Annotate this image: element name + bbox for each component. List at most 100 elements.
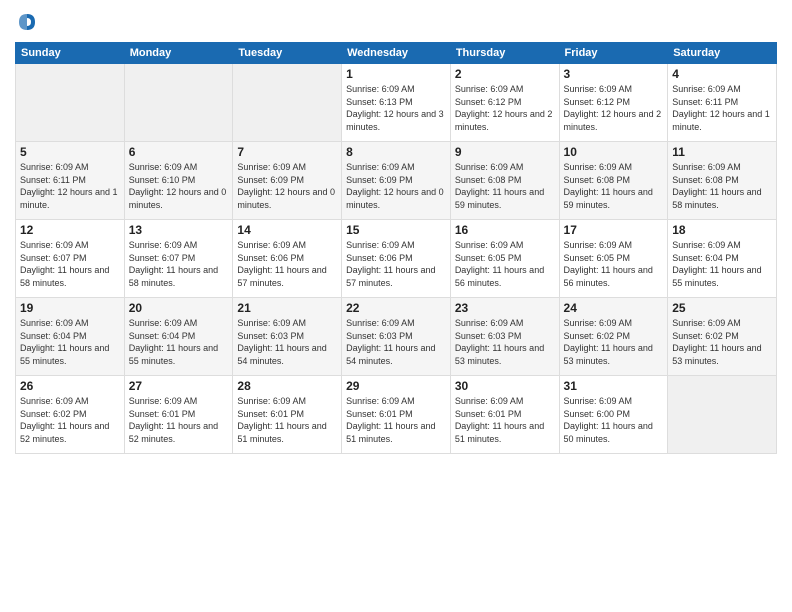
day-info: Sunrise: 6:09 AM Sunset: 6:05 PM Dayligh… xyxy=(455,239,555,289)
day-number: 20 xyxy=(129,301,229,315)
day-number: 21 xyxy=(237,301,337,315)
weekday-header: Tuesday xyxy=(233,43,342,64)
calendar-cell: 13Sunrise: 6:09 AM Sunset: 6:07 PM Dayli… xyxy=(124,220,233,298)
calendar-cell: 16 Sunrise: 6:09 AM Sunset: 6:05 PM Dayli… xyxy=(450,220,559,298)
calendar-cell: 19 Sunrise: 6:09 AM Sunset: 6:04 PM Dayli… xyxy=(16,298,125,376)
day-info: Sunrise: 6:09 AM Sunset: 6:04 PM Dayligh… xyxy=(672,239,772,289)
day-info: Sunrise: 6:09 AM Sunset: 6:13 PM Dayligh… xyxy=(346,83,446,133)
day-number: 29 xyxy=(346,379,446,393)
calendar-cell xyxy=(16,64,125,142)
day-number: 16 xyxy=(455,223,555,237)
day-number: 27 xyxy=(129,379,229,393)
day-info: Sunrise: 6:09 AM Sunset: 6:08 PM Dayligh… xyxy=(672,161,772,211)
day-info: Sunrise: 6:09 AM Sunset: 6:01 PM Dayligh… xyxy=(237,395,337,445)
weekday-header: Thursday xyxy=(450,43,559,64)
day-number: 25 xyxy=(672,301,772,315)
calendar-cell xyxy=(668,376,777,454)
day-number: 18 xyxy=(672,223,772,237)
calendar-cell: 21 Sunrise: 6:09 AM Sunset: 6:03 PM Dayli… xyxy=(233,298,342,376)
day-info: Sunrise: 6:09 AM Sunset: 6:08 PM Dayligh… xyxy=(455,161,555,211)
day-number: 3 xyxy=(564,67,664,81)
day-info: Sunrise: 6:09 AM Sunset: 6:12 PM Dayligh… xyxy=(564,83,664,133)
day-number: 17 xyxy=(564,223,664,237)
header xyxy=(15,10,777,34)
day-number: 6 xyxy=(129,145,229,159)
day-number: 14 xyxy=(237,223,337,237)
day-number: 26 xyxy=(20,379,120,393)
calendar-cell: 26 Sunrise: 6:09 AM Sunset: 6:02 PM Dayli… xyxy=(16,376,125,454)
calendar: SundayMondayTuesdayWednesdayThursdayFrid… xyxy=(15,42,777,454)
calendar-week-row: 19 Sunrise: 6:09 AM Sunset: 6:04 PM Dayli… xyxy=(16,298,777,376)
page: SundayMondayTuesdayWednesdayThursdayFrid… xyxy=(0,0,792,612)
calendar-cell: 2 Sunrise: 6:09 AM Sunset: 6:12 PM Daylig… xyxy=(450,64,559,142)
day-number: 1 xyxy=(346,67,446,81)
day-info: Sunrise: 6:09 AM Sunset: 6:06 PM Dayligh… xyxy=(346,239,446,289)
day-number: 19 xyxy=(20,301,120,315)
day-number: 10 xyxy=(564,145,664,159)
day-info: Sunrise: 6:09 AM Sunset: 6:03 PM Dayligh… xyxy=(455,317,555,367)
day-info: Sunrise: 6:09 AM Sunset: 6:11 PM Dayligh… xyxy=(672,83,772,133)
calendar-cell: 20 Sunrise: 6:09 AM Sunset: 6:04 PM Dayli… xyxy=(124,298,233,376)
day-info: Sunrise: 6:09 AM Sunset: 6:04 PM Dayligh… xyxy=(129,317,229,367)
day-number: 30 xyxy=(455,379,555,393)
calendar-cell: 18 Sunrise: 6:09 AM Sunset: 6:04 PM Dayli… xyxy=(668,220,777,298)
day-number: 15 xyxy=(346,223,446,237)
day-info: Sunrise: 6:09 AM Sunset: 6:02 PM Dayligh… xyxy=(20,395,120,445)
calendar-cell: 4Sunrise: 6:09 AM Sunset: 6:11 PM Daylig… xyxy=(668,64,777,142)
logo xyxy=(15,10,43,34)
day-number: 7 xyxy=(237,145,337,159)
day-number: 22 xyxy=(346,301,446,315)
day-info: Sunrise: 6:09 AM Sunset: 6:01 PM Dayligh… xyxy=(346,395,446,445)
calendar-cell: 9 Sunrise: 6:09 AM Sunset: 6:08 PM Daylig… xyxy=(450,142,559,220)
calendar-header-row: SundayMondayTuesdayWednesdayThursdayFrid… xyxy=(16,43,777,64)
calendar-cell: 28 Sunrise: 6:09 AM Sunset: 6:01 PM Dayli… xyxy=(233,376,342,454)
day-info: Sunrise: 6:09 AM Sunset: 6:06 PM Dayligh… xyxy=(237,239,337,289)
calendar-cell: 27Sunrise: 6:09 AM Sunset: 6:01 PM Dayli… xyxy=(124,376,233,454)
day-number: 9 xyxy=(455,145,555,159)
day-number: 23 xyxy=(455,301,555,315)
weekday-header: Wednesday xyxy=(342,43,451,64)
day-info: Sunrise: 6:09 AM Sunset: 6:08 PM Dayligh… xyxy=(564,161,664,211)
calendar-cell: 8 Sunrise: 6:09 AM Sunset: 6:09 PM Daylig… xyxy=(342,142,451,220)
day-info: Sunrise: 6:09 AM Sunset: 6:02 PM Dayligh… xyxy=(564,317,664,367)
calendar-week-row: 5Sunrise: 6:09 AM Sunset: 6:11 PM Daylig… xyxy=(16,142,777,220)
day-info: Sunrise: 6:09 AM Sunset: 6:00 PM Dayligh… xyxy=(564,395,664,445)
calendar-cell xyxy=(124,64,233,142)
day-info: Sunrise: 6:09 AM Sunset: 6:03 PM Dayligh… xyxy=(346,317,446,367)
day-number: 5 xyxy=(20,145,120,159)
calendar-cell: 6Sunrise: 6:09 AM Sunset: 6:10 PM Daylig… xyxy=(124,142,233,220)
calendar-cell: 15 Sunrise: 6:09 AM Sunset: 6:06 PM Dayli… xyxy=(342,220,451,298)
calendar-cell: 29 Sunrise: 6:09 AM Sunset: 6:01 PM Dayli… xyxy=(342,376,451,454)
calendar-cell: 1 Sunrise: 6:09 AM Sunset: 6:13 PM Daylig… xyxy=(342,64,451,142)
day-info: Sunrise: 6:09 AM Sunset: 6:04 PM Dayligh… xyxy=(20,317,120,367)
day-number: 2 xyxy=(455,67,555,81)
calendar-cell: 23 Sunrise: 6:09 AM Sunset: 6:03 PM Dayli… xyxy=(450,298,559,376)
weekday-header: Monday xyxy=(124,43,233,64)
day-number: 31 xyxy=(564,379,664,393)
day-info: Sunrise: 6:09 AM Sunset: 6:07 PM Dayligh… xyxy=(20,239,120,289)
day-number: 11 xyxy=(672,145,772,159)
calendar-cell: 14 Sunrise: 6:09 AM Sunset: 6:06 PM Dayli… xyxy=(233,220,342,298)
weekday-header: Saturday xyxy=(668,43,777,64)
day-info: Sunrise: 6:09 AM Sunset: 6:12 PM Dayligh… xyxy=(455,83,555,133)
day-info: Sunrise: 6:09 AM Sunset: 6:01 PM Dayligh… xyxy=(455,395,555,445)
day-number: 28 xyxy=(237,379,337,393)
weekday-header: Friday xyxy=(559,43,668,64)
calendar-cell: 30 Sunrise: 6:09 AM Sunset: 6:01 PM Dayli… xyxy=(450,376,559,454)
calendar-cell: 7Sunrise: 6:09 AM Sunset: 6:09 PM Daylig… xyxy=(233,142,342,220)
day-number: 12 xyxy=(20,223,120,237)
calendar-cell: 12 Sunrise: 6:09 AM Sunset: 6:07 PM Dayli… xyxy=(16,220,125,298)
day-info: Sunrise: 6:09 AM Sunset: 6:05 PM Dayligh… xyxy=(564,239,664,289)
calendar-cell: 10 Sunrise: 6:09 AM Sunset: 6:08 PM Dayli… xyxy=(559,142,668,220)
calendar-cell xyxy=(233,64,342,142)
day-info: Sunrise: 6:09 AM Sunset: 6:09 PM Dayligh… xyxy=(346,161,446,211)
day-info: Sunrise: 6:09 AM Sunset: 6:03 PM Dayligh… xyxy=(237,317,337,367)
calendar-cell: 17 Sunrise: 6:09 AM Sunset: 6:05 PM Dayli… xyxy=(559,220,668,298)
calendar-cell: 31 Sunrise: 6:09 AM Sunset: 6:00 PM Dayli… xyxy=(559,376,668,454)
day-number: 8 xyxy=(346,145,446,159)
calendar-cell: 3 Sunrise: 6:09 AM Sunset: 6:12 PM Daylig… xyxy=(559,64,668,142)
calendar-cell: 25Sunrise: 6:09 AM Sunset: 6:02 PM Dayli… xyxy=(668,298,777,376)
calendar-week-row: 26 Sunrise: 6:09 AM Sunset: 6:02 PM Dayli… xyxy=(16,376,777,454)
calendar-cell: 24Sunrise: 6:09 AM Sunset: 6:02 PM Dayli… xyxy=(559,298,668,376)
day-info: Sunrise: 6:09 AM Sunset: 6:07 PM Dayligh… xyxy=(129,239,229,289)
